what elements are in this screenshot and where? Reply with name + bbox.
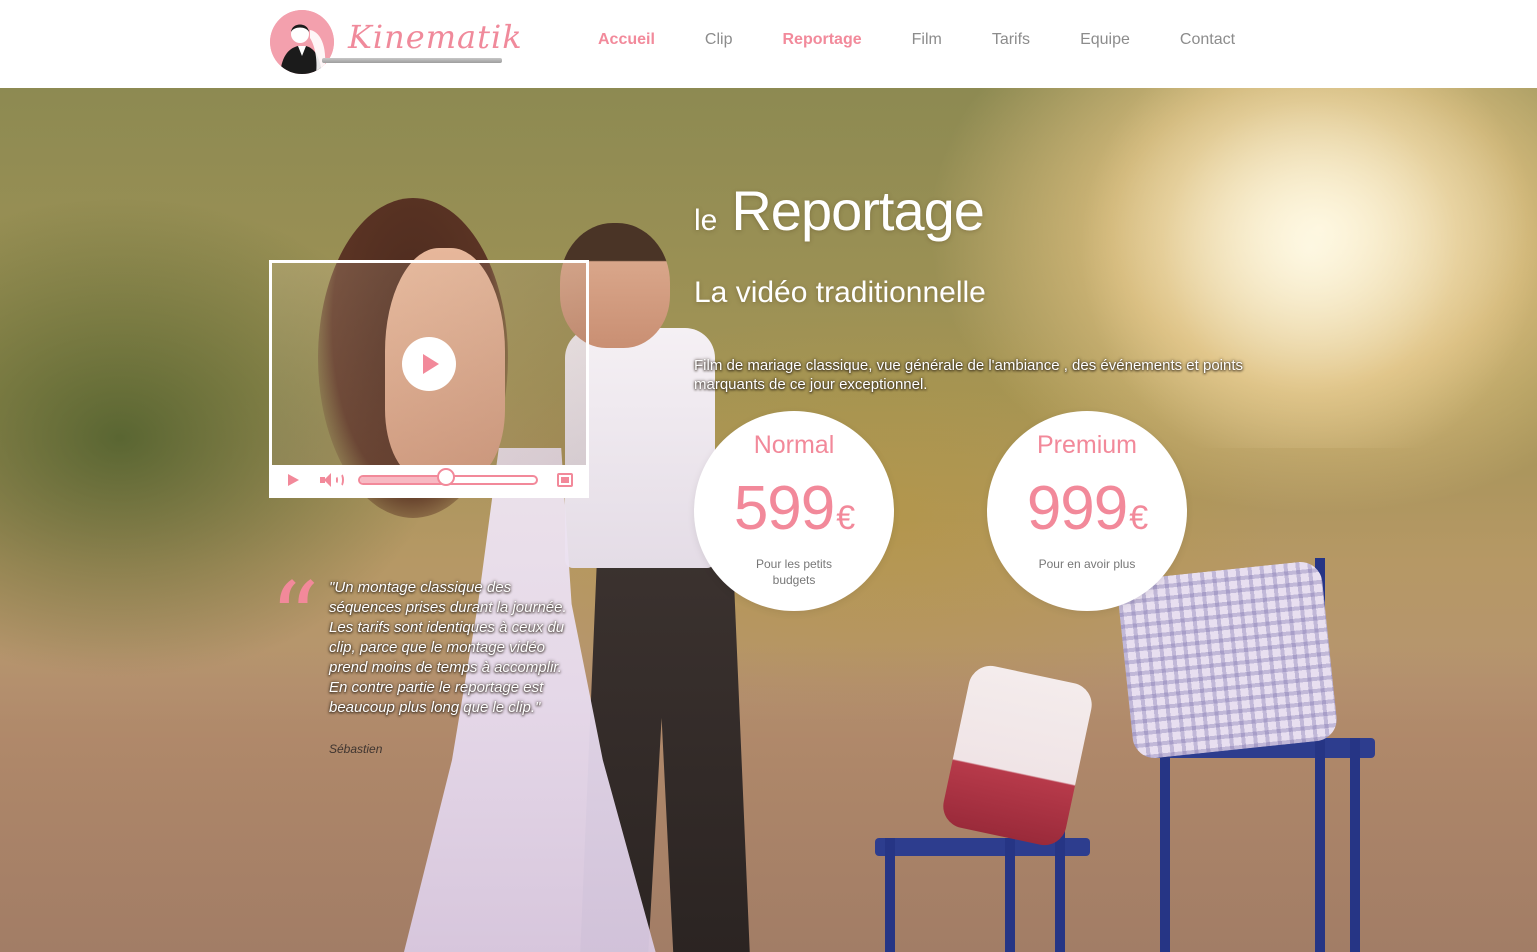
nav-item-equipe[interactable]: Equipe xyxy=(1080,29,1130,53)
testimonial-text: "Un montage classique des séquences pris… xyxy=(329,579,567,716)
page-title-prefix: le xyxy=(694,204,718,237)
video-screen[interactable] xyxy=(272,263,586,465)
volume-icon[interactable] xyxy=(320,473,346,487)
quote-mark-icon: “ xyxy=(270,562,320,674)
video-progress-fill xyxy=(360,477,448,483)
video-progress-handle[interactable] xyxy=(437,468,455,486)
price-amount: 999€ xyxy=(1026,474,1148,543)
price-name: Premium xyxy=(1036,431,1137,459)
nav-item-contact[interactable]: Contact xyxy=(1180,29,1235,53)
main-nav: Accueil Clip Reportage Film Tarifs Equip… xyxy=(598,29,1235,53)
testimonial-author: Sébastien xyxy=(329,742,383,756)
page-title: le Reportage xyxy=(694,178,985,243)
chair-left xyxy=(875,661,1096,952)
price-note: Pour en avoir plus xyxy=(1038,557,1136,571)
nav-item-accueil[interactable]: Accueil xyxy=(598,29,655,53)
logo[interactable]: Kinematik xyxy=(270,10,522,76)
video-player[interactable] xyxy=(269,260,589,498)
video-controls xyxy=(272,465,586,495)
chair-right xyxy=(1116,558,1375,952)
play-overlay-icon[interactable] xyxy=(402,337,456,391)
page-title-main: Reportage xyxy=(731,179,985,242)
price-amount: 599€ xyxy=(733,474,855,543)
page-description: Film de mariage classique, vue générale … xyxy=(694,357,1244,393)
sun-glow xyxy=(1050,88,1537,448)
play-icon[interactable] xyxy=(288,474,299,486)
nav-item-tarifs[interactable]: Tarifs xyxy=(992,29,1030,53)
price-card-premium[interactable]: Premium 999€ Pour en avoir plus xyxy=(987,411,1187,611)
nav-item-clip[interactable]: Clip xyxy=(705,29,733,53)
page-subtitle: La vidéo traditionnelle xyxy=(694,276,986,309)
price-name: Normal xyxy=(753,431,835,459)
site-header: Kinematik Accueil Clip Reportage Film Ta… xyxy=(0,0,1537,88)
logo-underline xyxy=(322,58,502,63)
nav-item-film[interactable]: Film xyxy=(912,29,942,53)
couple-logo-icon xyxy=(270,10,334,74)
nav-item-reportage[interactable]: Reportage xyxy=(782,29,861,53)
logo-text: Kinematik xyxy=(348,18,523,56)
fullscreen-icon[interactable] xyxy=(557,473,573,487)
price-note: Pour les petits budgets xyxy=(755,557,833,587)
price-card-normal[interactable]: Normal 599€ Pour les petits budgets xyxy=(694,411,894,611)
